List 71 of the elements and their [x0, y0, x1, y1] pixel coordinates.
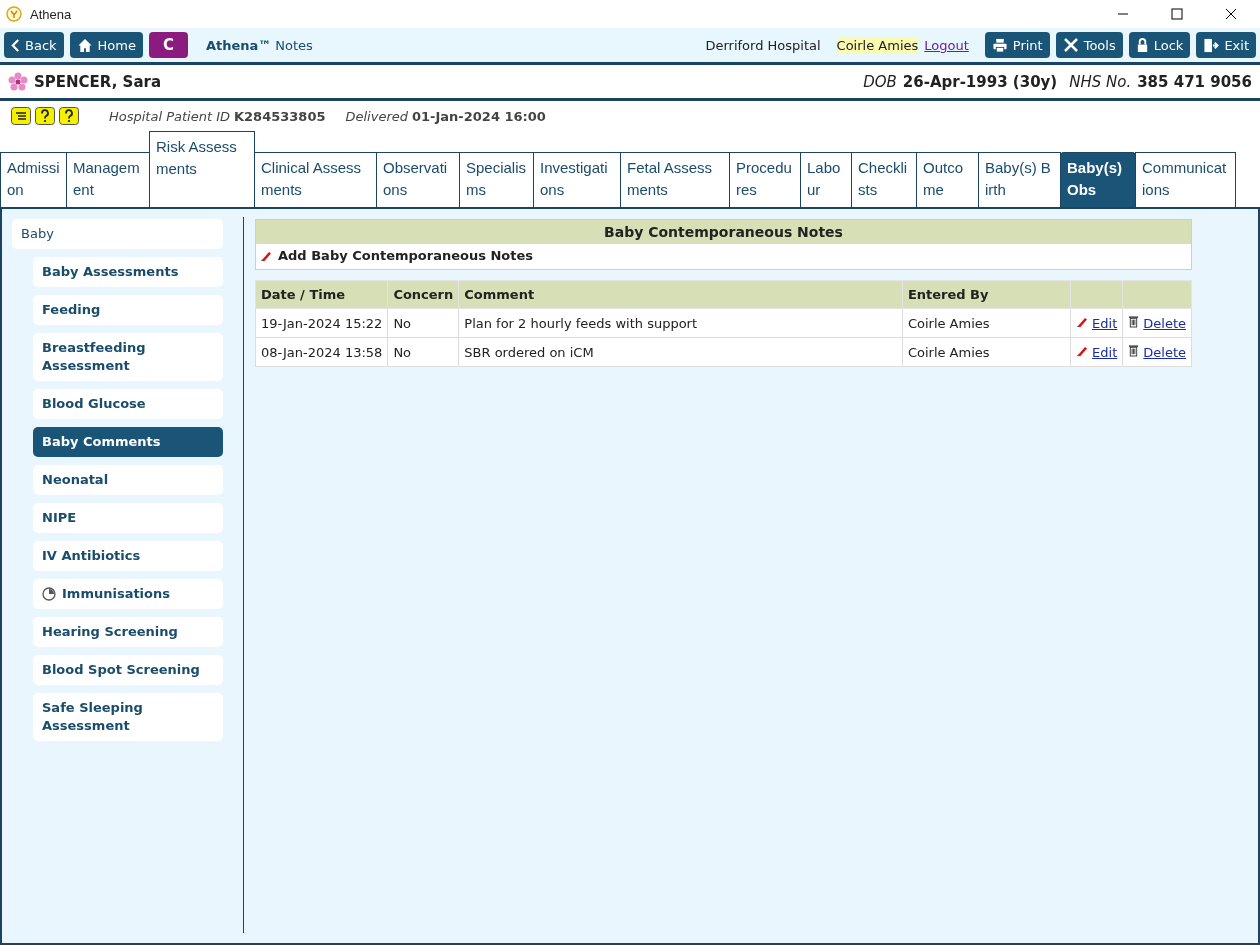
tools-icon — [1062, 37, 1079, 53]
home-icon — [76, 37, 93, 53]
sidebar-item[interactable]: Hearing Screening — [33, 617, 223, 647]
tab[interactable]: Baby(s) Obs — [1060, 152, 1136, 207]
sidebar-item[interactable]: Feeding — [33, 295, 223, 325]
add-notes-link[interactable]: Add Baby Contemporaneous Notes — [256, 244, 1191, 269]
exit-icon — [1203, 37, 1220, 53]
user-name: Coirle Amies — [836, 37, 919, 53]
brand-name: Athena™ — [205, 37, 272, 53]
logout-link[interactable]: Logout — [924, 37, 969, 53]
table-cell: 08-Jan-2024 13:58 — [255, 337, 388, 367]
delivered-value: 01-Jan-2024 16:00 — [412, 108, 546, 124]
maximize-icon[interactable] — [1171, 8, 1183, 20]
sidebar-item[interactable]: Neonatal — [33, 465, 223, 495]
pencil-icon — [1076, 315, 1089, 328]
patient-id-value: K284533805 — [234, 108, 326, 124]
clock-icon — [42, 587, 56, 601]
home-button[interactable]: Home — [69, 32, 143, 58]
patient-name: SPENCER, Sara — [34, 72, 162, 91]
alert-icon[interactable] — [11, 107, 31, 125]
column-header: Date / Time — [255, 280, 388, 309]
flower-icon — [8, 71, 28, 92]
app-logo-icon — [6, 6, 22, 22]
sidebar-item[interactable]: Immunisations — [33, 579, 223, 609]
question-icon[interactable] — [35, 107, 55, 125]
table-cell: 19-Jan-2024 15:22 — [255, 308, 388, 338]
delivered-label: Delivered — [345, 108, 408, 124]
column-header: Comment — [458, 280, 903, 309]
sidebar-item[interactable]: Safe Sleeping Assessment — [33, 693, 223, 741]
sidebar-item[interactable]: Breastfeeding Assessment — [33, 333, 223, 381]
pencil-icon — [260, 249, 272, 262]
close-icon[interactable] — [1225, 8, 1237, 20]
c-button[interactable]: C — [148, 32, 188, 58]
tab[interactable]: Communications — [1135, 152, 1236, 207]
sidebar-item[interactable]: NIPE — [33, 503, 223, 533]
table-cell: No — [387, 337, 459, 367]
module-name: Notes — [275, 37, 313, 53]
dob-value: 26-Apr-1993 (30y) — [902, 72, 1058, 91]
table-cell: Coirle Amies — [902, 337, 1071, 367]
panel-title: Baby Contemporaneous Notes — [256, 220, 1191, 244]
print-button[interactable]: Print — [984, 32, 1050, 58]
table-cell: SBR ordered on iCM — [458, 337, 903, 367]
trash-icon — [1128, 315, 1140, 328]
lock-button[interactable]: Lock — [1128, 32, 1191, 58]
sidebar-item[interactable]: IV Antibiotics — [33, 541, 223, 571]
chevron-left-icon — [11, 38, 20, 52]
sidebar-item[interactable]: Blood Spot Screening — [33, 655, 223, 685]
nhs-label: NHS No. — [1069, 72, 1132, 91]
exit-button[interactable]: Exit — [1196, 32, 1256, 58]
sidebar-item[interactable]: Baby — [12, 219, 223, 249]
question-icon[interactable] — [59, 107, 79, 125]
table-cell: Plan for 2 hourly feeds with support — [458, 308, 903, 338]
column-header: Entered By — [902, 280, 1071, 309]
printer-icon — [991, 37, 1008, 53]
table-cell: No — [387, 308, 459, 338]
sidebar-item[interactable]: Blood Glucose — [33, 389, 223, 419]
window-title: Athena — [30, 6, 72, 22]
sidebar-item[interactable]: Baby Comments — [33, 427, 223, 457]
nhs-value: 385 471 9056 — [1137, 72, 1252, 91]
pencil-icon — [1076, 344, 1089, 357]
back-button[interactable]: Back — [4, 32, 64, 58]
dob-label: DOB — [863, 72, 897, 91]
tab[interactable]: Admission — [0, 152, 67, 207]
trash-icon — [1128, 344, 1140, 357]
patient-id-label: Hospital Patient ID — [109, 108, 230, 124]
tools-button[interactable]: Tools — [1055, 32, 1123, 58]
hospital-name: Derriford Hospital — [705, 37, 821, 53]
sidebar-item[interactable]: Baby Assessments — [33, 257, 223, 287]
column-header: Concern — [387, 280, 459, 309]
table-cell: Coirle Amies — [902, 308, 1071, 338]
padlock-icon — [1135, 37, 1149, 53]
